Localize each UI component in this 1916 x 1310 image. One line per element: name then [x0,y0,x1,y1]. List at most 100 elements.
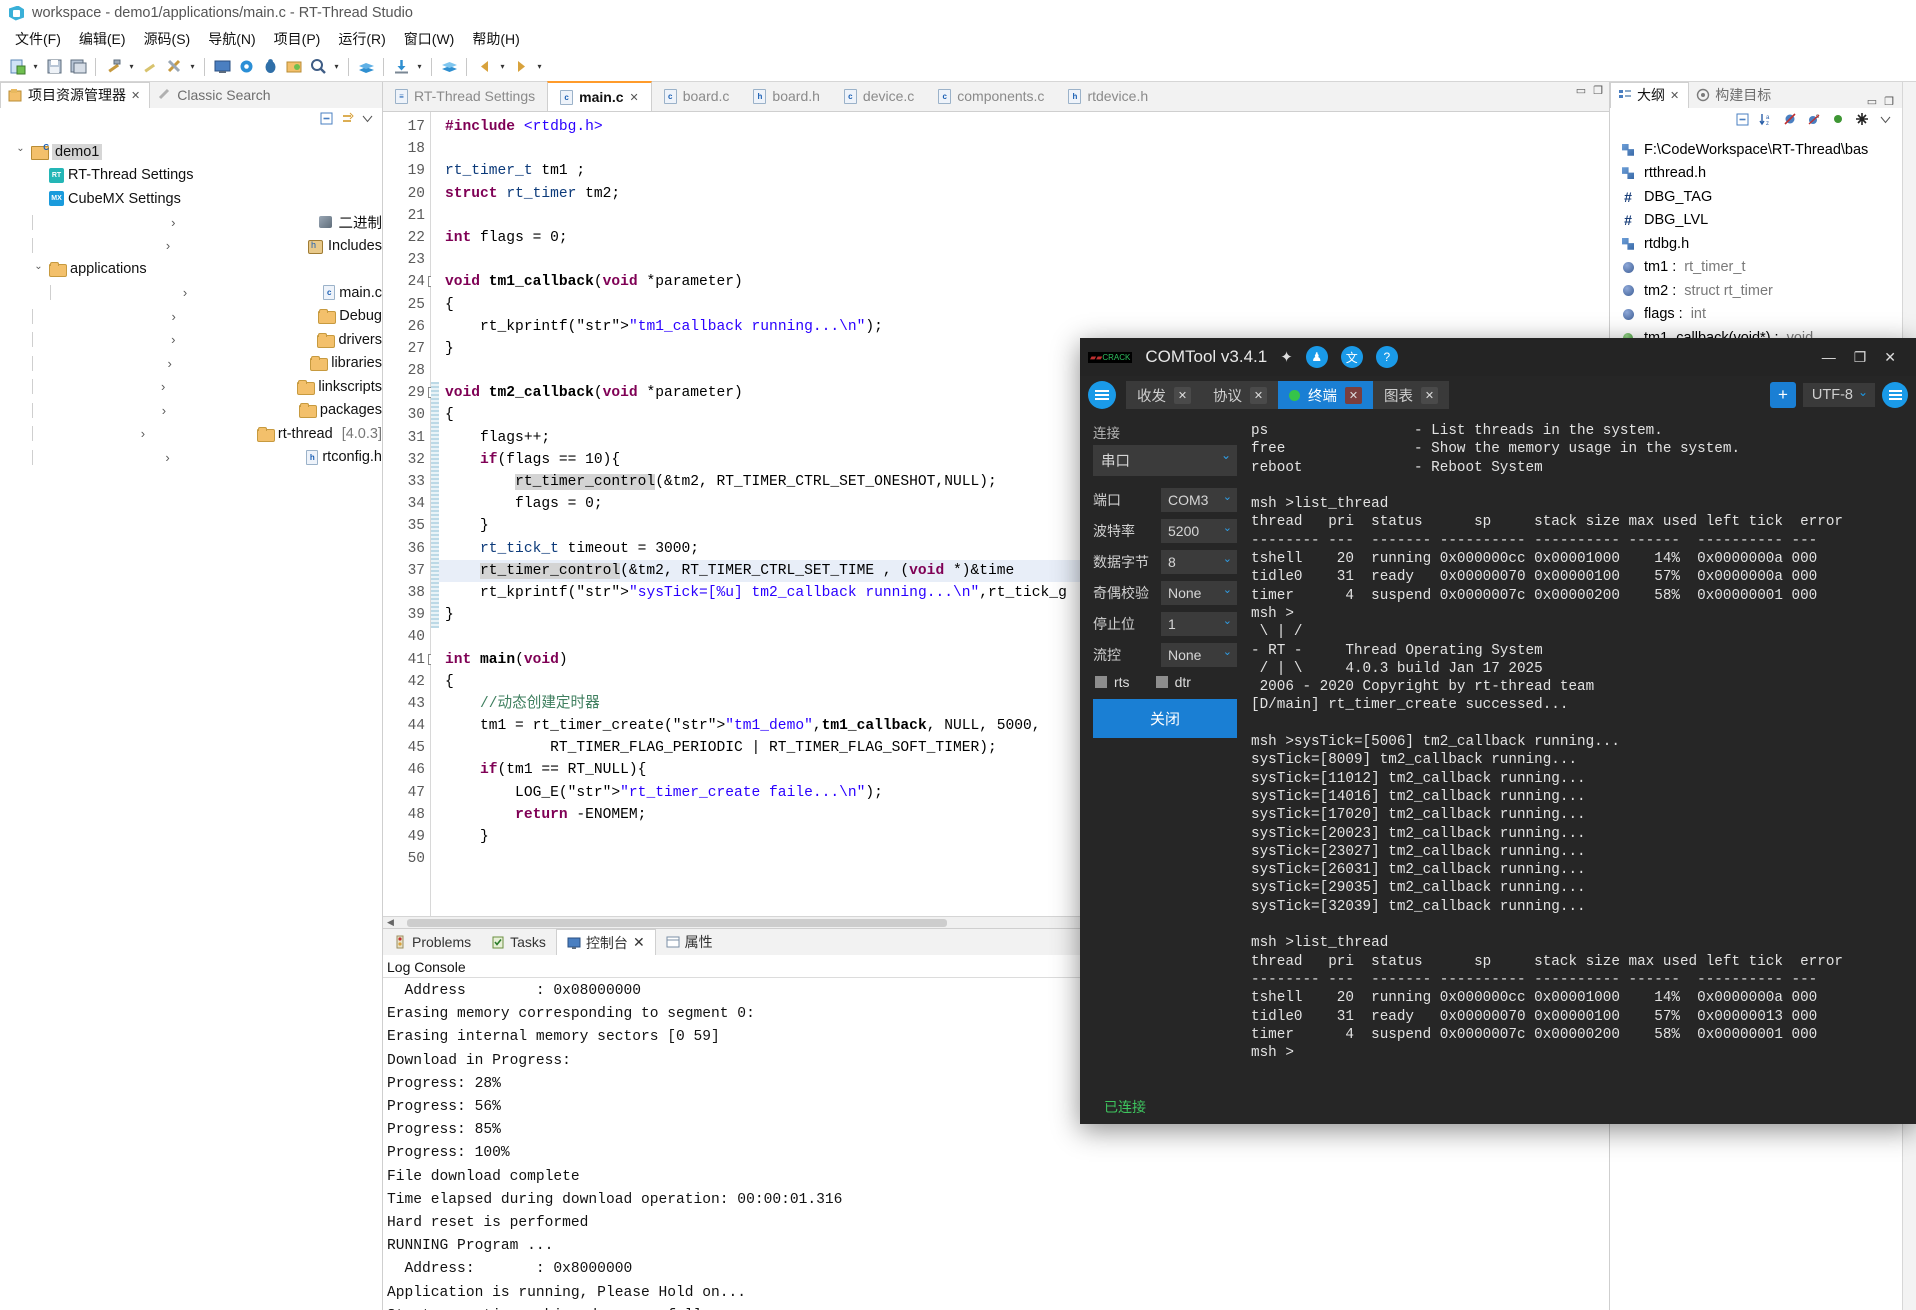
close-icon[interactable]: ✕ [1174,387,1191,404]
tree-item[interactable]: linkscripts [14,375,382,399]
checkbox-box[interactable] [1156,676,1168,688]
chevron-right-icon[interactable] [32,215,314,230]
tree-item[interactable]: libraries [14,352,382,376]
build-hammer-icon[interactable] [102,56,124,78]
tree-item[interactable]: RTRT-Thread Settings [14,164,382,188]
back-arrow-icon[interactable] [473,56,495,78]
forward-dropdown-icon[interactable]: ▾ [534,56,545,78]
close-icon[interactable]: ✕ [1670,89,1679,102]
tab-properties[interactable]: 属性 [656,929,723,955]
save-all-icon[interactable] [67,56,89,78]
build-config-icon[interactable] [163,56,185,78]
menu-run[interactable]: 运行(R) [329,27,394,51]
tree-item[interactable]: 二进制 [14,211,382,235]
pin-icon[interactable]: ✦ [1280,348,1293,366]
back-dropdown-icon[interactable]: ▾ [497,56,508,78]
outline-item[interactable]: tm2 : struct rt_timer [1620,279,1902,303]
add-tab-button[interactable]: + [1770,382,1796,408]
comtool-tab-chart[interactable]: 图表 ✕ [1373,381,1449,409]
menu-help[interactable]: 帮助(H) [463,27,528,51]
minimize-icon[interactable]: — [1822,349,1836,366]
chevron-down-icon[interactable] [14,146,27,157]
tab-project-explorer[interactable]: 项目资源管理器 ✕ [0,82,150,108]
tree-item[interactable]: Debug [14,305,382,329]
menu-file[interactable]: 文件(F) [6,27,70,51]
chevron-down-icon[interactable] [32,264,45,275]
terminal-icon[interactable] [211,56,233,78]
save-icon[interactable] [43,56,65,78]
language-icon[interactable]: 文 [1341,346,1363,368]
outline-item[interactable]: #DBG_LVL [1620,209,1902,233]
outline-item[interactable]: #DBG_TAG [1620,185,1902,209]
close-icon[interactable]: ✕ [633,934,645,951]
menu-edit[interactable]: 编辑(E) [70,27,135,51]
search-dropdown-icon[interactable]: ▾ [331,56,342,78]
outline-item[interactable]: F:\CodeWorkspace\RT-Thread\bas [1620,138,1902,162]
menu-project[interactable]: 项目(P) [265,27,330,51]
maximize-icon[interactable]: ❐ [1884,95,1894,108]
tab-classic-search[interactable]: Classic Search [150,82,279,108]
hide-nonpublic-icon[interactable] [1831,112,1846,130]
editor-tab[interactable]: cmain.c✕ [547,81,652,111]
tree-item[interactable]: demo1 [14,140,382,164]
chevron-right-icon[interactable] [32,356,306,371]
menu-navigate[interactable]: 导航(N) [199,27,264,51]
checkbox-box[interactable] [1095,676,1107,688]
comtool-tab-send-receive[interactable]: 收发 ✕ [1126,381,1202,409]
comtool-tab-terminal[interactable]: 终端 ✕ [1278,381,1373,409]
open-folder-icon[interactable] [283,56,305,78]
menu-source[interactable]: 源码(S) [135,27,200,51]
close-icon[interactable]: ✕ [630,91,639,104]
chevron-right-icon[interactable] [32,426,253,441]
scroll-thumb[interactable] [407,919,947,927]
tree-item[interactable]: packages [14,399,382,423]
layers-icon[interactable] [438,56,460,78]
tab-problems[interactable]: Problems [383,929,481,955]
encoding-select[interactable]: UTF-8 [1803,383,1875,407]
editor-tab[interactable]: hboard.h [741,81,831,111]
tab-outline[interactable]: 大纲 ✕ [1610,82,1689,108]
chevron-right-icon[interactable] [32,238,303,253]
chevron-right-icon[interactable] [50,285,319,300]
tree-item[interactable]: hrtconfig.h [14,446,382,470]
hide-fields-icon[interactable] [1783,112,1798,130]
search-icon[interactable] [307,56,329,78]
tab-console[interactable]: 控制台 ✕ [556,929,656,955]
close-icon[interactable]: ✕ [1884,349,1896,366]
serial-field-select[interactable]: None [1161,643,1237,667]
book-icon[interactable] [355,56,377,78]
view-menu-icon[interactable] [1879,113,1892,129]
close-icon[interactable]: ✕ [1421,387,1438,404]
editor-tab[interactable]: ≡RT-Thread Settings [383,81,547,111]
theme-icon[interactable]: ♟ [1306,346,1328,368]
outline-item[interactable]: tm1 : rt_timer_t [1620,256,1902,280]
minimize-icon[interactable]: ▭ [1867,95,1877,108]
download-dropdown-icon[interactable]: ▾ [414,56,425,78]
editor-tab[interactable]: ccomponents.c [926,81,1056,111]
chevron-right-icon[interactable] [32,309,314,324]
sort-az-icon[interactable]: az [1759,112,1774,130]
menu-hamburger-icon[interactable] [1088,381,1116,409]
forward-arrow-icon[interactable] [510,56,532,78]
terminal-output[interactable]: ps - List threads in the system. free - … [1245,414,1916,1090]
comtool-tab-protocol[interactable]: 协议 ✕ [1202,381,1278,409]
maximize-icon[interactable]: ❐ [1854,349,1867,366]
rts-checkbox[interactable]: rts [1095,674,1130,690]
chevron-right-icon[interactable] [32,450,302,465]
editor-tab[interactable]: hrtdevice.h [1056,81,1160,111]
outline-item[interactable]: rtthread.h [1620,162,1902,186]
chevron-right-icon[interactable] [32,332,313,347]
serial-field-select[interactable]: COM3 [1161,488,1237,512]
maximize-icon[interactable]: ❐ [1593,84,1603,97]
settings-gear-icon[interactable] [235,56,257,78]
serial-field-select[interactable]: None [1161,581,1237,605]
close-icon[interactable]: ✕ [1345,387,1362,404]
tree-item[interactable]: applications [14,258,382,282]
serial-field-select[interactable]: 5200 [1161,519,1237,543]
tree-item[interactable]: Includes [14,234,382,258]
close-icon[interactable]: ✕ [131,89,140,102]
tree-item[interactable]: rt-thread[4.0.3] [14,422,382,446]
serial-field-select[interactable]: 1 [1161,612,1237,636]
tab-build-target[interactable]: 构建目标 [1689,82,1780,108]
collapse-all-icon[interactable] [1735,112,1750,130]
